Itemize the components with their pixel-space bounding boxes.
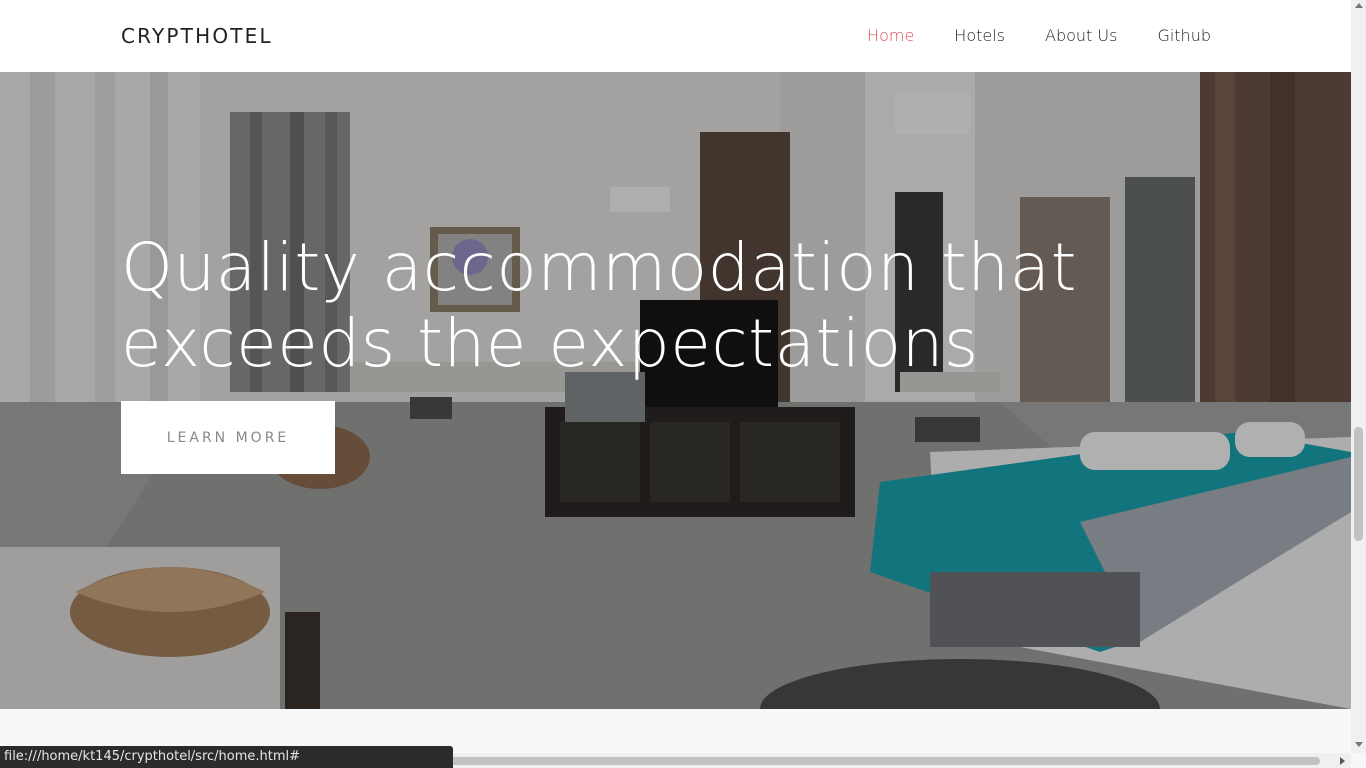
link-status-bar: file:///home/kt145/crypthotel/src/home.h… <box>0 746 453 768</box>
nav-links: Home Hotels About Us Github <box>867 26 1211 45</box>
hero-overlay <box>0 72 1351 709</box>
horizontal-scrollbar-thumb[interactable] <box>440 757 1320 765</box>
brand-logo[interactable]: CRYPTHOTEL <box>121 24 273 48</box>
learn-more-button[interactable]: LEARN MORE <box>121 401 335 474</box>
scroll-right-arrow-icon[interactable] <box>1340 757 1345 765</box>
hero-heading: Quality accommodation that exceeds the e… <box>121 230 1121 382</box>
nav-link-about-us[interactable]: About Us <box>1045 26 1117 45</box>
vertical-scrollbar-thumb[interactable] <box>1354 427 1363 541</box>
nav-link-hotels[interactable]: Hotels <box>954 26 1005 45</box>
hero-heading-line-2: exceeds the expectations <box>121 305 979 382</box>
hero-section: Quality accommodation that exceeds the e… <box>0 72 1351 709</box>
vertical-scrollbar[interactable] <box>1351 0 1366 753</box>
navbar: CRYPTHOTEL Home Hotels About Us Github <box>0 0 1351 72</box>
nav-link-home[interactable]: Home <box>867 26 914 45</box>
scroll-up-arrow-icon[interactable] <box>1355 3 1363 8</box>
nav-link-github[interactable]: Github <box>1157 26 1211 45</box>
scroll-down-arrow-icon[interactable] <box>1355 742 1363 747</box>
hero-heading-line-1: Quality accommodation that <box>121 229 1077 306</box>
